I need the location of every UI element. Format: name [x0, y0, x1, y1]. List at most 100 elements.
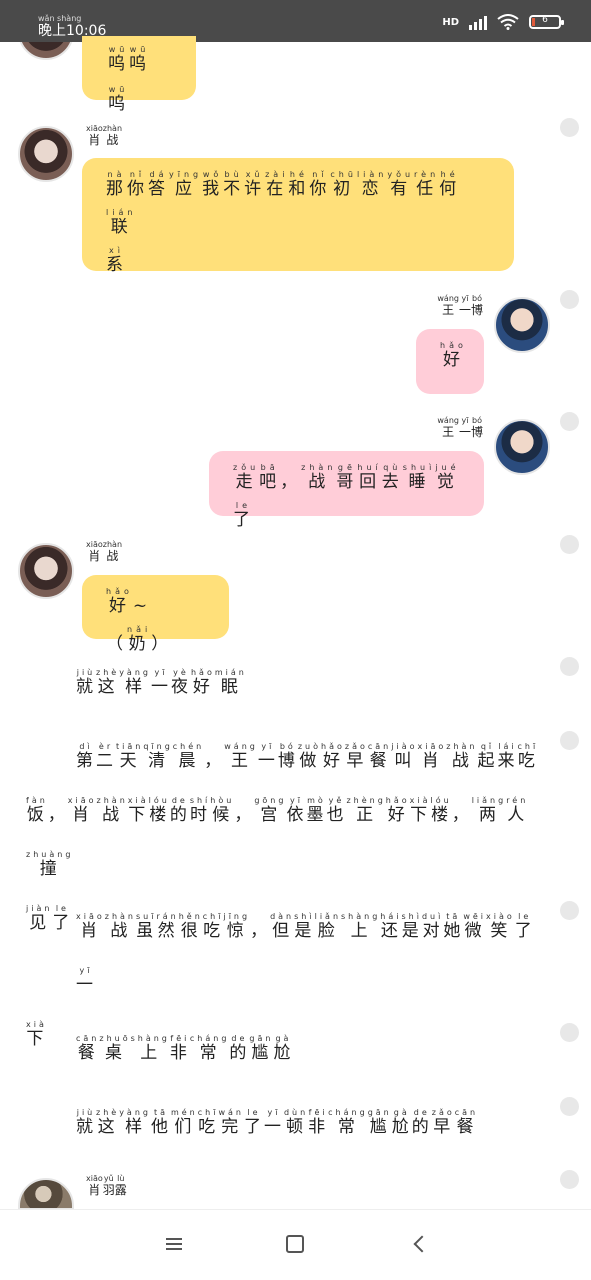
ruby-char: 起qǐ	[477, 742, 498, 771]
ruby-char: 上shàng	[341, 912, 381, 941]
narration-lines: 就jiù这zhè样yàng一yī夜yè好hǎo眠mián	[76, 660, 536, 714]
ruby-char: 样yàng	[119, 668, 151, 697]
home-icon[interactable]	[283, 1232, 307, 1256]
avatar-xiaozhan[interactable]	[18, 126, 74, 182]
narration-text[interactable]: 就jiù这zhè样yàng他tā们mén吃chī完wán了le一yī顿dùn非f…	[76, 1100, 546, 1154]
select-dot[interactable]	[560, 901, 579, 920]
ruby-char: 了le	[243, 1108, 264, 1137]
ruby-char: 了le	[233, 501, 254, 530]
select-dot[interactable]	[560, 1170, 579, 1189]
ruby-char: 王wáng	[224, 742, 258, 771]
text-line: 第dì二èr天tiān清qīng晨chén，王wáng一yī博bó做zuò好hǎ…	[26, 734, 546, 788]
select-dot[interactable]	[560, 1097, 579, 1116]
ruby-char: 顿dùn	[283, 1108, 309, 1137]
narration-text[interactable]: 就jiù这zhè样yàng一yī夜yè好hǎo眠mián	[76, 660, 536, 714]
ruby-char: 虽suī	[136, 912, 157, 941]
text-line: 餐cān桌zhuō上shàng非fēi常cháng的de尴gān尬gà	[76, 1026, 536, 1080]
avatar-wangyibo[interactable]	[494, 419, 550, 475]
ruby-char: 好hǎo	[190, 668, 215, 697]
ruby-char: 笑xiào	[486, 912, 515, 941]
text-line: 系xì	[106, 246, 490, 284]
ruby-char: 呜wū	[108, 45, 129, 74]
ruby-char: ，	[204, 751, 225, 771]
ruby-char: 依yī	[286, 796, 307, 825]
bubble-text: 好hǎo~（奶nǎi）	[106, 587, 205, 663]
narration-text[interactable]: 餐cān桌zhuō上shàng非fēi常cháng的de尴gān尬gà	[76, 1026, 536, 1080]
ruby-char: 他tā	[150, 1108, 171, 1137]
ruby-char: 呜wū	[129, 45, 150, 74]
text-line: 那nà你nǐ答dá应yīng我wǒ不bù许xǔ在zài和hé你nǐ初chū恋li…	[106, 170, 490, 246]
ruby-char: 了le	[514, 912, 535, 941]
select-dot[interactable]	[560, 535, 579, 554]
ruby-char: 夜yè	[170, 668, 191, 697]
ruby-char: 王wáng	[437, 294, 459, 317]
ruby-char: 上shàng	[130, 1034, 170, 1063]
ruby-char: 这zhè	[96, 1108, 120, 1137]
ruby-char: 宫gōng	[254, 796, 287, 825]
ruby-char: 完wán	[218, 1108, 244, 1137]
ruby-char: 就jiù	[76, 1108, 96, 1137]
chat-bubble[interactable]: 好hǎo	[416, 329, 484, 394]
ruby-char: 不bù	[223, 170, 245, 199]
select-dot[interactable]	[560, 118, 579, 137]
ruby-char: 肖xiāo	[67, 796, 97, 825]
text-line: 好hǎo	[440, 341, 463, 379]
ruby-char: 她tā	[443, 912, 464, 941]
ruby-char: 战zhàn	[102, 124, 123, 147]
select-dot[interactable]	[560, 412, 579, 431]
sender-name: 肖xiāo战zhàn	[86, 124, 122, 148]
select-dot[interactable]	[560, 290, 579, 309]
ruby-char: 尬gà	[391, 1108, 412, 1137]
sender-name: 肖xiāo战zhàn	[86, 540, 122, 564]
chat-bubble[interactable]: 好hǎo~（奶nǎi）	[82, 575, 229, 654]
ruby-char: 吧bā	[259, 463, 281, 492]
text-line: 肖xiāo战zhàn虽suī然rán很hěn吃chī惊jīng，但dàn是shì…	[26, 904, 546, 1012]
ruby-char: 答dá	[148, 170, 169, 199]
ruby-char: 好hǎo	[321, 742, 345, 771]
ruby-char: 一yī	[263, 1108, 284, 1137]
ruby-char: 就jiù	[76, 668, 96, 697]
ruby-char: 下xià	[26, 1020, 47, 1049]
chat-bubble[interactable]: 呜wū呜wū呜wū	[82, 36, 196, 114]
ruby-char: 早zǎo	[344, 742, 368, 771]
chat-bubble[interactable]: 那nà你nǐ答dá应yīng我wǒ不bù许xǔ在zài和hé你nǐ初chū恋li…	[82, 158, 514, 275]
ruby-char: ~	[132, 596, 152, 616]
ruby-char: （	[106, 634, 127, 654]
ruby-char: 肖xiāo	[86, 540, 103, 563]
sender-name: 肖xiāo羽yǔ露lù	[86, 1174, 127, 1198]
text-line: 好hǎo~（奶nǎi）	[106, 587, 205, 663]
select-dot[interactable]	[560, 731, 579, 750]
ruby-char: 尴gān	[367, 1108, 392, 1137]
ruby-char: 一yī	[150, 668, 171, 697]
ruby-char: 任rèn	[414, 170, 440, 199]
avatar-xiaoyulu[interactable]	[18, 1178, 74, 1210]
ruby-char: 博bó	[277, 742, 298, 771]
wifi-icon	[497, 14, 519, 30]
avatar-wangyibo[interactable]	[494, 297, 550, 353]
ruby-char: 你nǐ	[127, 170, 148, 199]
chat-bubble[interactable]: 走zǒu吧bā，战zhàn哥gē回huí去qù睡shuì觉jué 了le	[209, 451, 484, 530]
ruby-char: 清qīng	[143, 742, 173, 771]
ruby-char: 非fēi	[308, 1108, 329, 1137]
back-icon[interactable]	[410, 1232, 434, 1256]
network-type-label: HD	[442, 16, 459, 28]
ruby-char: 候hòu	[210, 796, 235, 825]
select-dot[interactable]	[560, 657, 579, 676]
ruby-char: 联lián	[106, 208, 137, 237]
select-dot[interactable]	[560, 1023, 579, 1042]
ruby-char: 战zhàn	[102, 540, 123, 563]
ruby-char: 天tiān	[116, 742, 144, 771]
ruby-char: 肖xiāo	[86, 124, 103, 147]
ruby-char: 肖xiāo	[86, 1174, 103, 1197]
ruby-char: 也yě	[326, 796, 347, 825]
avatar-xiaozhan[interactable]	[18, 543, 74, 599]
bubble-text: 好hǎo	[440, 341, 463, 379]
ruby-char: 来lái	[497, 742, 518, 771]
text-line: 就jiù这zhè样yàng他tā们mén吃chī完wán了le一yī顿dùn非f…	[76, 1100, 546, 1154]
menu-icon[interactable]	[162, 1232, 186, 1256]
ruby-char: 王wáng	[437, 416, 459, 439]
ruby-char: 战zhàn	[104, 912, 136, 941]
ruby-char: 肖xiāo	[76, 912, 105, 941]
ruby-char: 一yī	[458, 294, 471, 317]
ruby-char: 桌zhuō	[99, 1034, 131, 1063]
